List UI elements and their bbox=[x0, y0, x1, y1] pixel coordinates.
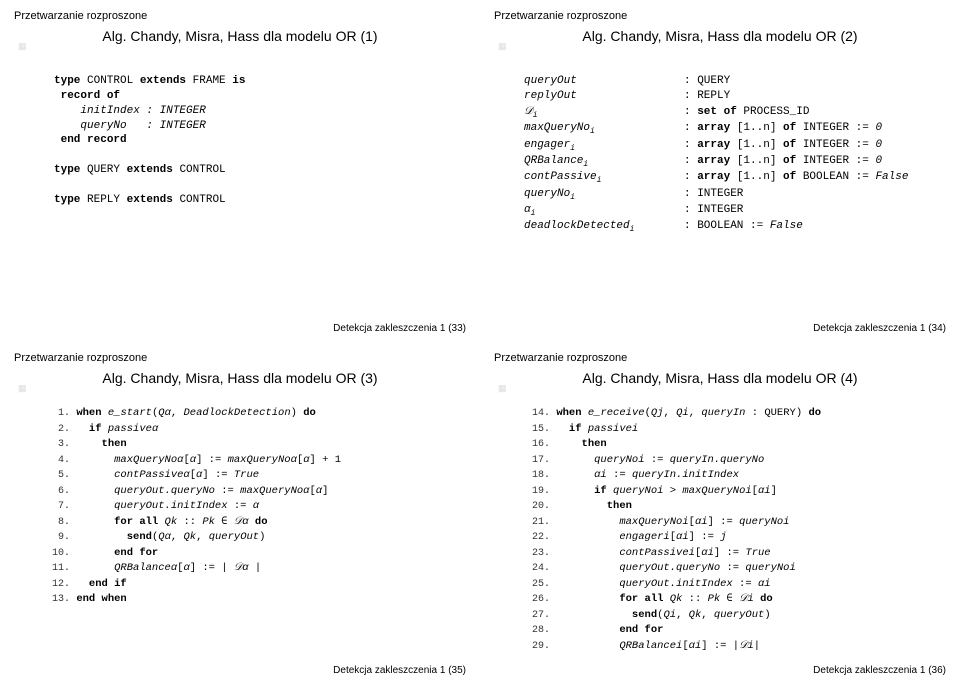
def-row: QRBalancei: array [1..n] of INTEGER := 0 bbox=[524, 154, 946, 170]
algo-line: 14. when e_receive(Qj, Qi, queryIn : QUE… bbox=[524, 406, 946, 422]
def-row: contPassivei: array [1..n] of BOOLEAN :=… bbox=[524, 170, 946, 186]
watermark-icon: ▦ bbox=[18, 42, 27, 51]
slide-header: Przetwarzanie rozproszone bbox=[494, 352, 946, 364]
def-row: αi: INTEGER bbox=[524, 203, 946, 219]
algo-line: 17. queryNoi := queryIn.queryNo bbox=[524, 453, 946, 469]
slide-footer: Detekcja zakleszczenia 1 (36) bbox=[813, 665, 946, 676]
algorithm: 1. when e_start(Qα, DeadlockDetection) d… bbox=[44, 406, 466, 608]
def-row: queryOut: QUERY bbox=[524, 74, 946, 89]
algo-line: 27. send(Qi, Qk, queryOut) bbox=[524, 608, 946, 624]
algo-line: 8. for all Qk :: Pk ∈ 𝒟α do bbox=[44, 515, 466, 531]
definitions: queryOut: QUERYreplyOut: REPLY𝒟i: set of… bbox=[524, 74, 946, 236]
slide-3: Przetwarzanie rozproszone Alg. Chandy, M… bbox=[0, 342, 480, 684]
code-block: type CONTROL extends FRAME is record of … bbox=[54, 74, 466, 208]
algo-line: 15. if passivei bbox=[524, 422, 946, 438]
algo-line: 4. maxQueryNoα[α] := maxQueryNoα[α] + 1 bbox=[44, 453, 466, 469]
algo-line: 10. end for bbox=[44, 546, 466, 562]
algo-line: 13. end when bbox=[44, 592, 466, 608]
algo-line: 29. QRBalancei[αi] := |𝒟i| bbox=[524, 639, 946, 655]
algo-line: 16. then bbox=[524, 437, 946, 453]
slide-1: Przetwarzanie rozproszone Alg. Chandy, M… bbox=[0, 0, 480, 342]
def-row: replyOut: REPLY bbox=[524, 89, 946, 104]
algo-line: 18. αi := queryIn.initIndex bbox=[524, 468, 946, 484]
slide-header: Przetwarzanie rozproszone bbox=[494, 10, 946, 22]
algo-line: 23. contPassivei[αi] := True bbox=[524, 546, 946, 562]
algo-line: 6. queryOut.queryNo := maxQueryNoα[α] bbox=[44, 484, 466, 500]
slide-footer: Detekcja zakleszczenia 1 (35) bbox=[333, 665, 466, 676]
algo-line: 2. if passiveα bbox=[44, 422, 466, 438]
algo-line: 28. end for bbox=[524, 623, 946, 639]
algo-line: 19. if queryNoi > maxQueryNoi[αi] bbox=[524, 484, 946, 500]
def-row: deadlockDetectedi: BOOLEAN := False bbox=[524, 219, 946, 235]
slide-title: Alg. Chandy, Misra, Hass dla modelu OR (… bbox=[494, 370, 946, 386]
algo-line: 7. queryOut.initIndex := α bbox=[44, 499, 466, 515]
watermark-icon: ▦ bbox=[498, 384, 507, 393]
slide-header: Przetwarzanie rozproszone bbox=[14, 352, 466, 364]
algo-line: 5. contPassiveα[α] := True bbox=[44, 468, 466, 484]
algo-line: 12. end if bbox=[44, 577, 466, 593]
algo-line: 22. engageri[αi] := j bbox=[524, 530, 946, 546]
algo-line: 1. when e_start(Qα, DeadlockDetection) d… bbox=[44, 406, 466, 422]
slide-2: Przetwarzanie rozproszone Alg. Chandy, M… bbox=[480, 0, 960, 342]
def-row: maxQueryNoi: array [1..n] of INTEGER := … bbox=[524, 121, 946, 137]
def-row: 𝒟i: set of PROCESS_ID bbox=[524, 105, 946, 121]
algo-line: 9. send(Qα, Qk, queryOut) bbox=[44, 530, 466, 546]
slide-4: Przetwarzanie rozproszone Alg. Chandy, M… bbox=[480, 342, 960, 684]
def-row: queryNoi: INTEGER bbox=[524, 187, 946, 203]
def-row: engageri: array [1..n] of INTEGER := 0 bbox=[524, 138, 946, 154]
slide-title: Alg. Chandy, Misra, Hass dla modelu OR (… bbox=[494, 28, 946, 44]
algo-line: 11. QRBalanceα[α] := | 𝒟α | bbox=[44, 561, 466, 577]
slide-header: Przetwarzanie rozproszone bbox=[14, 10, 466, 22]
algo-line: 20. then bbox=[524, 499, 946, 515]
watermark-icon: ▦ bbox=[498, 42, 507, 51]
algo-line: 3. then bbox=[44, 437, 466, 453]
algo-line: 25. queryOut.initIndex := αi bbox=[524, 577, 946, 593]
algo-line: 21. maxQueryNoi[αi] := queryNoi bbox=[524, 515, 946, 531]
algorithm: 14. when e_receive(Qj, Qi, queryIn : QUE… bbox=[524, 406, 946, 654]
watermark-icon: ▦ bbox=[18, 384, 27, 393]
slide-footer: Detekcja zakleszczenia 1 (34) bbox=[813, 323, 946, 334]
slide-footer: Detekcja zakleszczenia 1 (33) bbox=[333, 323, 466, 334]
algo-line: 24. queryOut.queryNo := queryNoi bbox=[524, 561, 946, 577]
slide-title: Alg. Chandy, Misra, Hass dla modelu OR (… bbox=[14, 28, 466, 44]
slide-title: Alg. Chandy, Misra, Hass dla modelu OR (… bbox=[14, 370, 466, 386]
algo-line: 26. for all Qk :: Pk ∈ 𝒟i do bbox=[524, 592, 946, 608]
